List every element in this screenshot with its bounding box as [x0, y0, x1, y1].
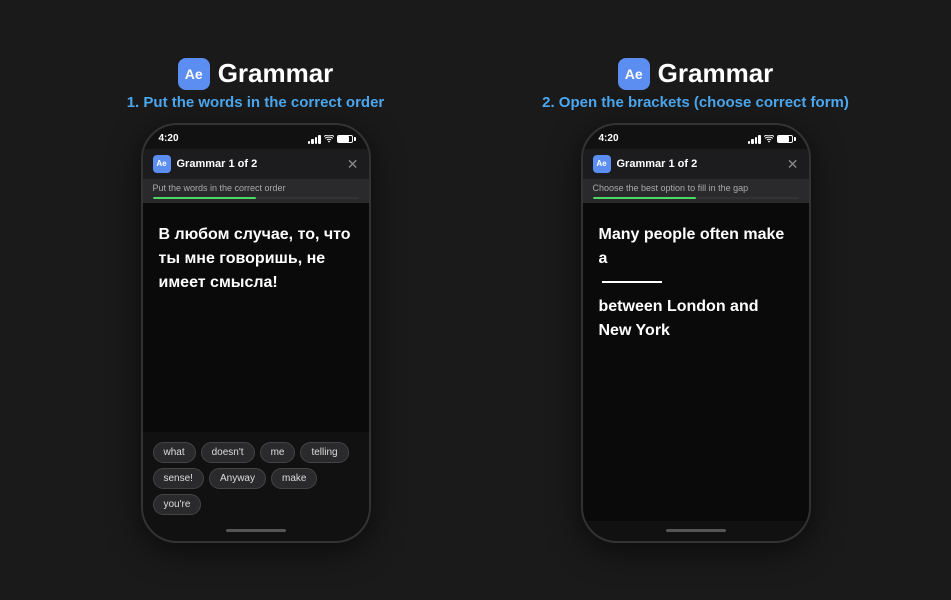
text-after-gap: between London and New York: [599, 298, 759, 339]
home-bar-2: [666, 529, 726, 532]
app-header-left-2: Ae Grammar 1 of 2: [593, 155, 698, 173]
gap-blank[interactable]: [602, 281, 662, 283]
battery-fill-1: [338, 136, 349, 142]
chip-doesnt[interactable]: doesn't: [201, 442, 255, 463]
wifi-icon-1: [324, 135, 334, 143]
signal-bar-2-1: [748, 141, 751, 144]
battery-fill-2: [778, 136, 789, 142]
app-header-2: Ae Grammar 1 of 2 ✕: [583, 149, 809, 179]
signal-bar-2-4: [758, 135, 761, 144]
wifi-icon-2: [764, 135, 774, 143]
battery-icon-1: [337, 135, 353, 143]
instruction-bar-1: Put the words in the correct order: [143, 179, 369, 203]
status-time-1: 4:20: [159, 133, 179, 144]
progress-fill-2: [593, 197, 696, 199]
status-icons-1: [308, 134, 353, 144]
close-button-2[interactable]: ✕: [787, 157, 799, 171]
status-bar-1: 4:20: [143, 125, 369, 149]
home-bar-1: [226, 529, 286, 532]
signal-bar-3: [315, 137, 318, 144]
status-icons-2: [748, 134, 793, 144]
app-header-title-2: Grammar 1 of 2: [617, 158, 698, 170]
close-button-1[interactable]: ✕: [347, 157, 359, 171]
instruction-bar-2: Choose the best option to fill in the ga…: [583, 179, 809, 203]
status-time-2: 4:20: [599, 133, 619, 144]
signal-bar-2-2: [751, 139, 754, 144]
text-before-gap: Many people often make a: [599, 226, 785, 267]
app-name-1: Grammar: [218, 58, 334, 89]
app-header-icon-1: Ae: [153, 155, 171, 173]
app-name-2: Grammar: [658, 58, 774, 89]
signal-bars-1: [308, 134, 321, 144]
app-title-row-2: Ae Grammar: [618, 58, 774, 90]
phone-content-2: Many people often make a between London …: [583, 203, 809, 521]
gap-sentence: Many people often make a between London …: [599, 223, 793, 343]
progress-line-2: [593, 197, 799, 199]
app-icon-2: Ae: [618, 58, 650, 90]
app-header-icon-2: Ae: [593, 155, 611, 173]
chip-sense[interactable]: sense!: [153, 468, 204, 489]
instruction-text-1: Put the words in the correct order: [153, 183, 359, 193]
battery-icon-2: [777, 135, 793, 143]
chip-make[interactable]: make: [271, 468, 317, 489]
chips-area-1: what doesn't me telling sense! Anyway ma…: [143, 432, 369, 521]
chip-youre[interactable]: you're: [153, 494, 202, 515]
panel-2-subtitle: 2. Open the brackets (choose correct for…: [542, 94, 849, 111]
home-indicator-1: [143, 521, 369, 541]
chip-anyway[interactable]: Anyway: [209, 468, 266, 489]
signal-bar-4: [318, 135, 321, 144]
progress-fill-1: [153, 197, 256, 199]
app-header-title-1: Grammar 1 of 2: [177, 158, 258, 170]
signal-bar-2-3: [755, 137, 758, 144]
panel-1: Ae Grammar 1. Put the words in the corre…: [56, 58, 456, 543]
chip-me[interactable]: me: [260, 442, 296, 463]
page-wrapper: Ae Grammar 1. Put the words in the corre…: [0, 38, 951, 563]
panel-2: Ae Grammar 2. Open the brackets (choose …: [496, 58, 896, 543]
instruction-text-2: Choose the best option to fill in the ga…: [593, 183, 799, 193]
home-indicator-2: [583, 521, 809, 541]
panel-2-header: Ae Grammar 2. Open the brackets (choose …: [542, 58, 849, 111]
signal-bars-2: [748, 134, 761, 144]
chip-what[interactable]: what: [153, 442, 196, 463]
phone-2: 4:20: [581, 123, 811, 543]
signal-bar-1: [308, 141, 311, 144]
panel-1-header: Ae Grammar 1. Put the words in the corre…: [127, 58, 385, 111]
panel-1-subtitle: 1. Put the words in the correct order: [127, 94, 385, 111]
status-bar-2: 4:20: [583, 125, 809, 149]
app-header-left-1: Ae Grammar 1 of 2: [153, 155, 258, 173]
app-header-1: Ae Grammar 1 of 2 ✕: [143, 149, 369, 179]
signal-bar-2: [311, 139, 314, 144]
phone-1: 4:20: [141, 123, 371, 543]
progress-line-1: [153, 197, 359, 199]
chip-telling[interactable]: telling: [300, 442, 348, 463]
main-text-1: В любом случае, то, что ты мне говоришь,…: [159, 223, 353, 295]
phone-content-1: В любом случае, то, что ты мне говоришь,…: [143, 203, 369, 432]
app-title-row-1: Ae Grammar: [178, 58, 334, 90]
app-icon-1: Ae: [178, 58, 210, 90]
